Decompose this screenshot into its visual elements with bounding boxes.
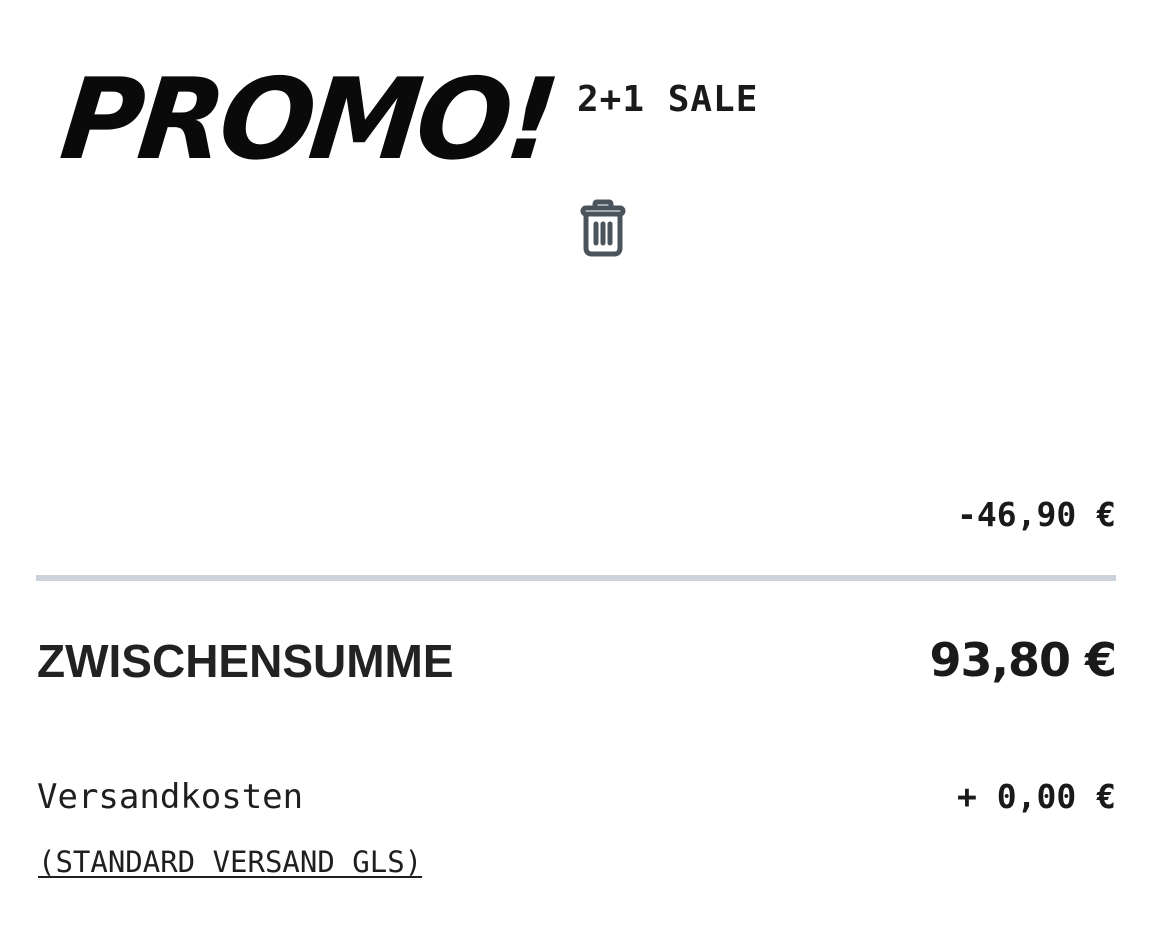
trash-icon bbox=[580, 199, 626, 257]
promo-code-name: 2+1 SALE bbox=[577, 79, 759, 120]
shipping-label: Versandkosten bbox=[37, 777, 304, 817]
divider bbox=[36, 575, 1116, 581]
shipping-value: + 0,00 € bbox=[957, 777, 1116, 816]
promo-discount-amount: -46,90 € bbox=[957, 495, 1116, 534]
remove-promo-button[interactable] bbox=[572, 196, 634, 260]
subtotal-value: 93,80 € bbox=[929, 633, 1117, 687]
subtotal-label: ZWISCHENSUMME bbox=[37, 635, 454, 687]
promo-logo: PROMO! bbox=[55, 55, 560, 185]
shipping-method-link[interactable]: (STANDARD VERSAND GLS) bbox=[38, 842, 422, 882]
